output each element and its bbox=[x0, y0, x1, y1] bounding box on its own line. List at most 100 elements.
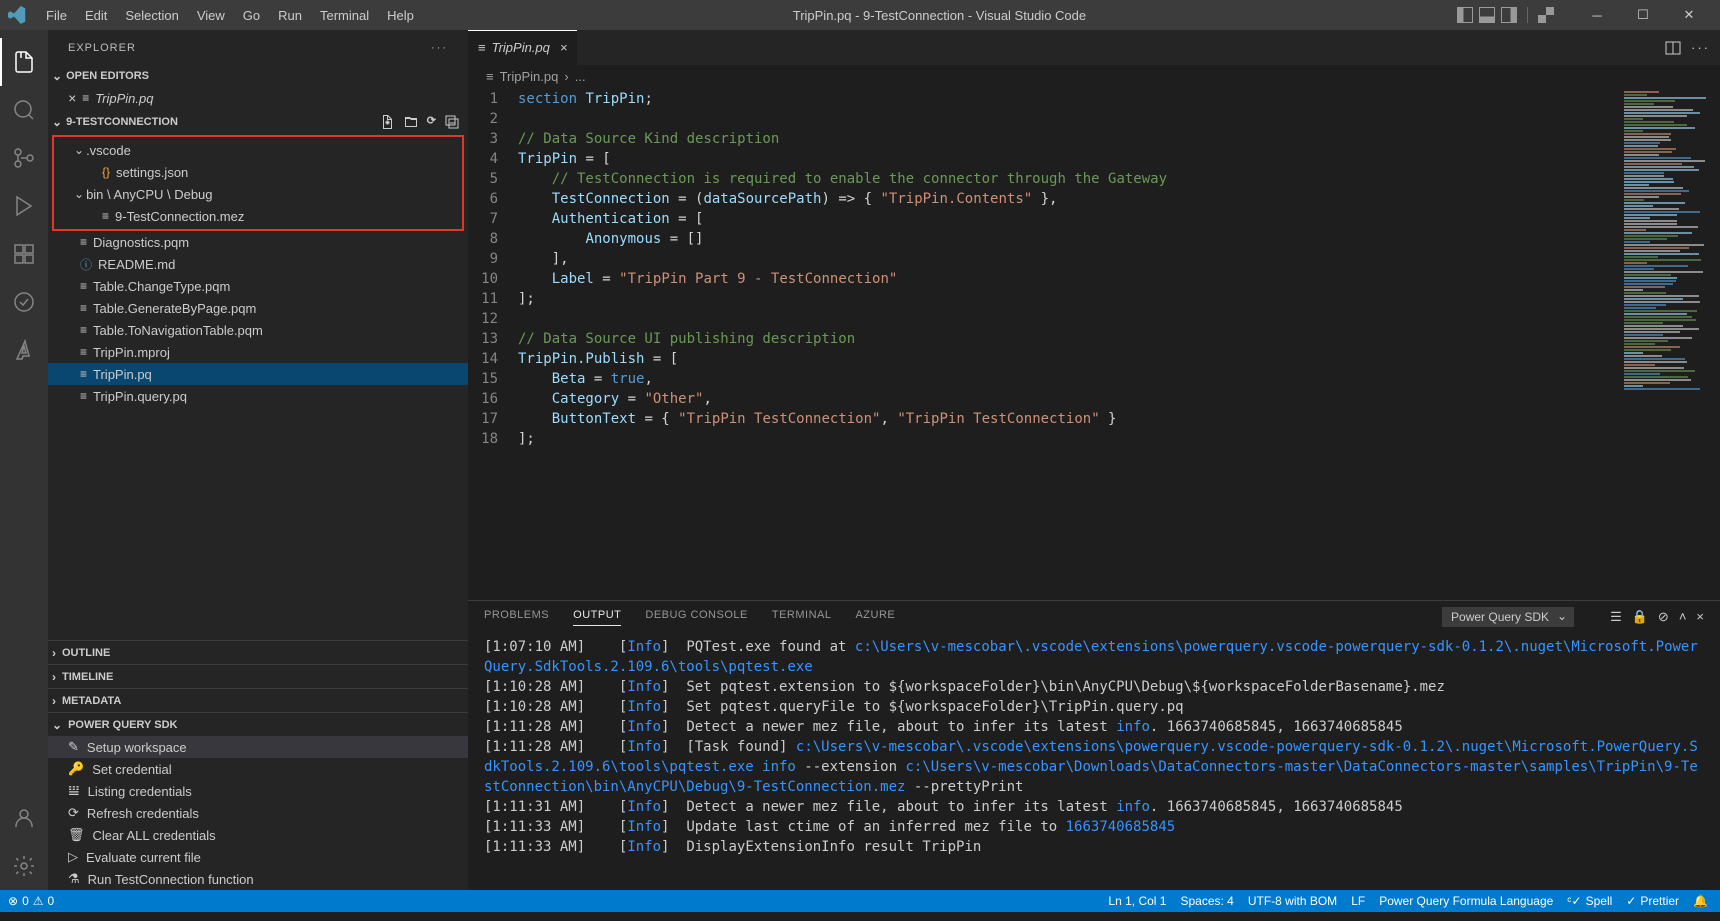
panel-tab-problems[interactable]: PROBLEMS bbox=[484, 609, 549, 625]
pq-file-icon: ≡ bbox=[80, 389, 87, 403]
status-spell[interactable]: ᶜ✓Spell bbox=[1567, 894, 1612, 908]
status-encoding[interactable]: UTF-8 with BOM bbox=[1248, 894, 1337, 908]
close-editor-icon[interactable]: × bbox=[68, 90, 76, 106]
minimap[interactable] bbox=[1620, 87, 1720, 600]
output-content[interactable]: [1:07:10 AM] [Info] PQTest.exe found at … bbox=[468, 633, 1720, 890]
status-indentation[interactable]: Spaces: 4 bbox=[1180, 894, 1233, 908]
status-eol[interactable]: LF bbox=[1351, 894, 1365, 908]
pq-listing-credentials[interactable]: 𝍎Listing credentials bbox=[48, 780, 468, 802]
folder-bin-anycpu-debug[interactable]: ⌄ bin \ AnyCPU \ Debug bbox=[54, 183, 462, 205]
json-icon: {} bbox=[102, 165, 110, 179]
status-notifications[interactable]: 🔔 bbox=[1693, 894, 1708, 908]
titlebar: File Edit Selection View Go Run Terminal… bbox=[0, 0, 1720, 30]
trash-icon: 🗑 bbox=[68, 827, 85, 843]
file-trippin-pq[interactable]: ≡TripPin.pq bbox=[48, 363, 468, 385]
folder-vscode[interactable]: ⌄ .vscode bbox=[54, 139, 462, 161]
layout-sidebar-right-icon[interactable] bbox=[1501, 7, 1517, 23]
pq-set-credential[interactable]: 🔑Set credential bbox=[48, 758, 468, 780]
sidebar: EXPLORER ··· ⌄ OPEN EDITORS × ≡ TripPin.… bbox=[48, 30, 468, 890]
highlighted-files-box: ⌄ .vscode {} settings.json ⌄ bin \ AnyCP… bbox=[52, 135, 464, 231]
layout-sidebar-left-icon[interactable] bbox=[1457, 7, 1473, 23]
open-editor-item[interactable]: × ≡ TripPin.pq bbox=[48, 87, 468, 109]
customize-layout-icon[interactable] bbox=[1538, 7, 1554, 23]
file-trippin-query[interactable]: ≡TripPin.query.pq bbox=[48, 385, 468, 407]
pq-file-icon: ≡ bbox=[486, 69, 494, 84]
file-table-navigationtable[interactable]: ≡Table.ToNavigationTable.pqm bbox=[48, 319, 468, 341]
panel-tab-debug-console[interactable]: DEBUG CONSOLE bbox=[645, 609, 747, 625]
open-editors-header[interactable]: ⌄ OPEN EDITORS bbox=[48, 65, 468, 87]
pq-evaluate-current-file[interactable]: ▷Evaluate current file bbox=[48, 846, 468, 868]
panel-tab-azure[interactable]: AZURE bbox=[855, 609, 895, 625]
timeline-section[interactable]: ›TIMELINE bbox=[48, 664, 468, 688]
panel-tab-output[interactable]: OUTPUT bbox=[573, 609, 621, 626]
file-readme[interactable]: ⓘREADME.md bbox=[48, 253, 468, 275]
pq-clear-credentials[interactable]: 🗑Clear ALL credentials bbox=[48, 824, 468, 846]
metadata-section[interactable]: ›METADATA bbox=[48, 688, 468, 712]
sidebar-more-icon[interactable]: ··· bbox=[431, 42, 448, 54]
file-table-changetype[interactable]: ≡Table.ChangeType.pqm bbox=[48, 275, 468, 297]
status-prettier[interactable]: ✓Prettier bbox=[1626, 894, 1679, 908]
code-editor[interactable]: 123456789101112131415161718 section Trip… bbox=[468, 87, 1720, 600]
pencil-icon: ✎ bbox=[68, 739, 79, 755]
filter-icon[interactable]: ☰ bbox=[1610, 609, 1622, 625]
file-diagnostics[interactable]: ≡Diagnostics.pqm bbox=[48, 231, 468, 253]
maximize-panel-icon[interactable]: ˄ bbox=[1679, 609, 1687, 625]
tab-close-icon[interactable]: × bbox=[560, 40, 568, 55]
more-actions-icon[interactable]: ··· bbox=[1691, 40, 1710, 56]
new-file-icon[interactable] bbox=[379, 114, 395, 130]
new-folder-icon[interactable] bbox=[403, 114, 419, 130]
pq-run-testconnection[interactable]: ⚗Run TestConnection function bbox=[48, 868, 468, 890]
menu-terminal[interactable]: Terminal bbox=[312, 4, 377, 27]
activity-account[interactable] bbox=[0, 794, 48, 842]
status-errors-warnings[interactable]: ⊗0 ⚠0 bbox=[8, 894, 54, 908]
menu-view[interactable]: View bbox=[189, 4, 233, 27]
sidebar-title: EXPLORER ··· bbox=[48, 30, 468, 65]
activity-settings[interactable] bbox=[0, 842, 48, 890]
menu-edit[interactable]: Edit bbox=[77, 4, 115, 27]
close-button[interactable]: ✕ bbox=[1666, 0, 1712, 30]
refresh-icon[interactable]: ⟳ bbox=[427, 114, 436, 130]
activity-testing[interactable] bbox=[0, 278, 48, 326]
pq-refresh-credentials[interactable]: ⟳Refresh credentials bbox=[48, 802, 468, 824]
file-testconnection-mez[interactable]: ≡ 9-TestConnection.mez bbox=[54, 205, 462, 227]
chevron-right-icon: › bbox=[52, 670, 56, 684]
menu-selection[interactable]: Selection bbox=[117, 4, 186, 27]
menu-file[interactable]: File bbox=[38, 4, 75, 27]
outline-section[interactable]: ›OUTLINE bbox=[48, 640, 468, 664]
check-icon: ✓ bbox=[1626, 894, 1636, 908]
menu-run[interactable]: Run bbox=[270, 4, 310, 27]
menu-go[interactable]: Go bbox=[235, 4, 268, 27]
status-language-mode[interactable]: Power Query Formula Language bbox=[1379, 894, 1553, 908]
activity-explorer[interactable] bbox=[0, 38, 48, 86]
file-trippin-mproj[interactable]: ≡TripPin.mproj bbox=[48, 341, 468, 363]
activity-search[interactable] bbox=[0, 86, 48, 134]
power-query-sdk-section[interactable]: ⌄POWER QUERY SDK bbox=[48, 712, 468, 736]
panel-tab-terminal[interactable]: TERMINAL bbox=[772, 609, 832, 625]
activity-extensions[interactable] bbox=[0, 230, 48, 278]
maximize-button[interactable]: ☐ bbox=[1620, 0, 1666, 30]
clear-output-icon[interactable]: ⊘ bbox=[1658, 609, 1669, 625]
output-channel-dropdown[interactable]: Power Query SDK bbox=[1442, 607, 1574, 627]
pq-setup-workspace[interactable]: ✎Setup workspace bbox=[48, 736, 468, 758]
lock-scroll-icon[interactable]: 🔒 bbox=[1632, 609, 1648, 625]
statusbar: ⊗0 ⚠0 Ln 1, Col 1 Spaces: 4 UTF-8 with B… bbox=[0, 890, 1720, 912]
activity-run-debug[interactable] bbox=[0, 182, 48, 230]
breadcrumb[interactable]: ≡ TripPin.pq › ... bbox=[468, 65, 1720, 87]
split-editor-icon[interactable] bbox=[1665, 40, 1681, 56]
pqm-file-icon: ≡ bbox=[80, 323, 87, 337]
collapse-all-icon[interactable] bbox=[444, 114, 460, 130]
pq-file-icon: ≡ bbox=[82, 91, 89, 105]
file-settings-json[interactable]: {} settings.json bbox=[54, 161, 462, 183]
close-panel-icon[interactable]: × bbox=[1696, 609, 1704, 625]
tab-trippin-pq[interactable]: ≡ TripPin.pq × bbox=[468, 30, 578, 65]
workspace-header[interactable]: ⌄ 9-TESTCONNECTION ⟳ bbox=[48, 109, 468, 135]
activity-azure[interactable] bbox=[0, 326, 48, 374]
menu-help[interactable]: Help bbox=[379, 4, 422, 27]
chevron-right-icon: › bbox=[52, 694, 56, 708]
file-table-generatebypage[interactable]: ≡Table.GenerateByPage.pqm bbox=[48, 297, 468, 319]
status-cursor-position[interactable]: Ln 1, Col 1 bbox=[1108, 894, 1166, 908]
code-content[interactable]: section TripPin; // Data Source Kind des… bbox=[518, 87, 1620, 600]
activity-source-control[interactable] bbox=[0, 134, 48, 182]
minimize-button[interactable]: ─ bbox=[1574, 0, 1620, 30]
layout-panel-icon[interactable] bbox=[1479, 7, 1495, 23]
